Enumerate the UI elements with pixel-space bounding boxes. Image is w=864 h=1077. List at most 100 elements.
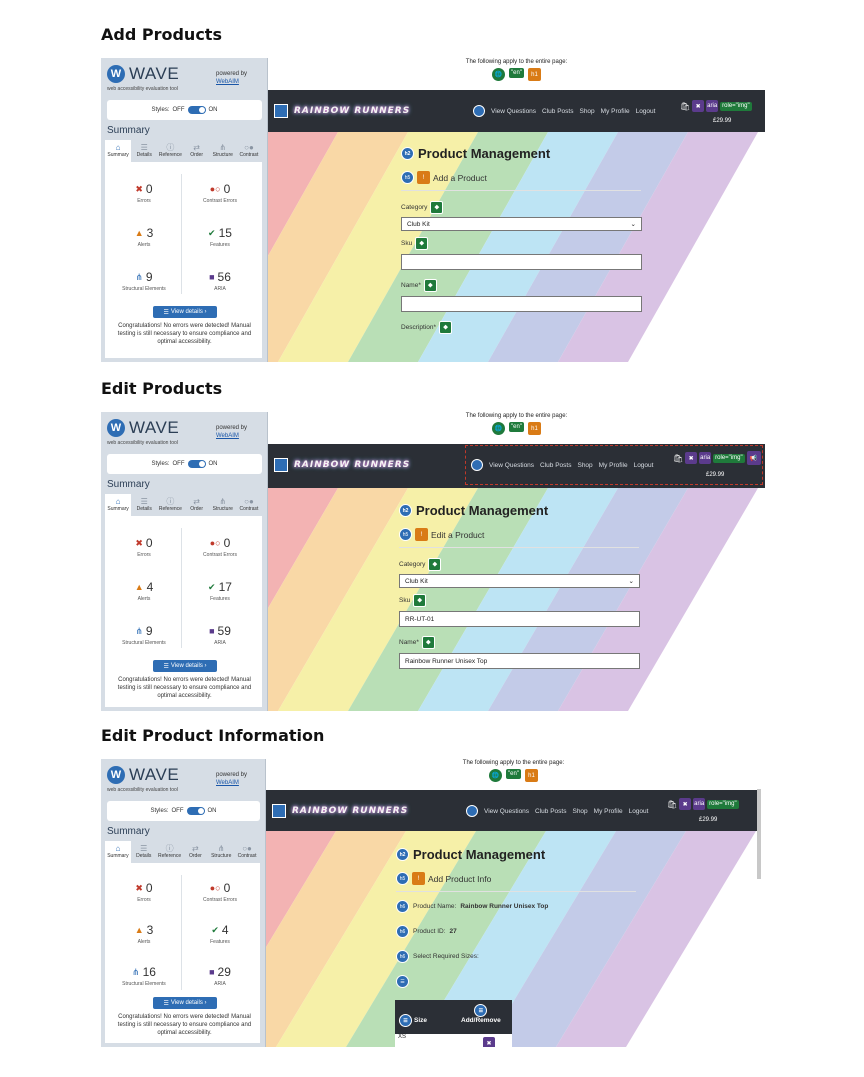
wave-title: WAVE <box>129 418 180 437</box>
aria-badge[interactable]: aria <box>699 452 712 464</box>
lang-badge[interactable]: "en" <box>509 68 524 78</box>
brand[interactable]: RAINBOW RUNNERS <box>274 458 410 472</box>
nav-my-profile[interactable]: My Profile <box>599 462 628 469</box>
tab-details[interactable]: ☰ Details <box>131 140 157 162</box>
styles-toggle[interactable] <box>187 460 206 468</box>
tab-contrast[interactable]: ○● Contrast <box>236 494 262 516</box>
tab-details[interactable]: ☰ Details <box>131 494 157 516</box>
tab-summary[interactable]: ⌂ Summary <box>105 841 131 863</box>
scrollbar[interactable] <box>757 789 761 879</box>
lang-badge[interactable]: "en" <box>509 422 524 432</box>
tab-structure[interactable]: ⋔ Structure <box>210 494 236 516</box>
aria-badge[interactable]: aria <box>693 798 706 810</box>
tab-structure[interactable]: ⋔ Structure <box>210 140 236 162</box>
h1-alert-icon[interactable]: h1 <box>527 422 541 435</box>
wave-sidebar: W WAVE web accessibility evaluation tool… <box>101 58 268 362</box>
role-badge[interactable]: role="img" <box>707 799 739 809</box>
role-badge[interactable]: role="img" <box>713 453 745 463</box>
nav-view-questions[interactable]: View Questions <box>491 108 536 115</box>
view-details-button[interactable]: ☰ View details › <box>153 997 217 1009</box>
category-select[interactable]: Club Kit ⌄ <box>399 574 640 588</box>
aria-icon[interactable]: ✖ <box>679 798 692 810</box>
tab-reference[interactable]: ⓘ Reference <box>157 494 183 516</box>
aria-icon[interactable]: ✖ <box>692 100 705 112</box>
h1-alert-icon[interactable]: h1 <box>527 68 541 81</box>
nav-logout[interactable]: Logout <box>629 808 649 815</box>
name-input[interactable] <box>401 296 642 312</box>
list-icon[interactable] <box>473 105 485 117</box>
tab-contrast[interactable]: ○● Contrast <box>234 841 260 863</box>
alert-icon: ! <box>415 528 428 541</box>
tag-icon: ⬥ <box>413 594 427 607</box>
list-icon[interactable] <box>466 805 478 817</box>
nav-club-posts[interactable]: Club Posts <box>540 462 571 469</box>
tab-structure[interactable]: ⋔ Structure <box>208 841 234 863</box>
tab-order[interactable]: ⇄ Order <box>184 494 210 516</box>
contrast-error-icon: ●○ <box>209 184 221 194</box>
h1-alert-icon[interactable]: h1 <box>524 769 538 782</box>
list-icon[interactable] <box>471 459 483 471</box>
styles-toggle[interactable] <box>187 106 206 114</box>
list-icon: ☰ <box>140 143 148 152</box>
tab-reference[interactable]: ⓘ Reference <box>157 140 183 162</box>
nav-shop[interactable]: Shop <box>572 808 587 815</box>
language-icon[interactable]: 🌐 <box>492 422 506 435</box>
nav-view-questions[interactable]: View Questions <box>484 808 529 815</box>
nav-shop[interactable]: Shop <box>579 108 594 115</box>
category-select[interactable]: Club Kit ⌄ <box>401 217 642 231</box>
tab-order[interactable]: ⇄ Order <box>184 140 210 162</box>
alert-icon: ! <box>412 872 425 885</box>
aria-icon[interactable]: ✖ <box>685 452 698 464</box>
nav-club-posts[interactable]: Club Posts <box>542 108 573 115</box>
nav-my-profile[interactable]: My Profile <box>594 808 623 815</box>
nav-club-posts[interactable]: Club Posts <box>535 808 566 815</box>
webaim-link[interactable]: WebAIM <box>216 79 239 85</box>
aria-badge[interactable]: aria <box>706 100 719 112</box>
h6-icon: h6 <box>396 900 409 913</box>
tab-contrast[interactable]: ○● Contrast <box>236 140 262 162</box>
sizes-table: ☰ Size ☰ Add/Remove XS ✖ <box>395 1000 512 1047</box>
tab-summary[interactable]: ⌂ Summary <box>105 494 132 516</box>
h2-icon: h2 <box>399 504 412 517</box>
logo-icon <box>272 804 286 818</box>
tab-details[interactable]: ☰ Details <box>131 841 157 863</box>
web-page: The following apply to the entire page: … <box>266 759 761 1047</box>
congrats-text: Congratulations! No errors were detected… <box>117 1014 252 1036</box>
megaphone-icon[interactable]: 📢 <box>746 451 761 465</box>
contrast-error-icon: ●○ <box>209 883 221 893</box>
nav-view-questions[interactable]: View Questions <box>489 462 534 469</box>
lang-badge[interactable]: "en" <box>506 769 521 779</box>
brand[interactable]: RAINBOW RUNNERS <box>272 804 408 818</box>
sku-input[interactable] <box>401 254 642 270</box>
nav-shop[interactable]: Shop <box>577 462 592 469</box>
info-icon: ⓘ <box>166 143 175 152</box>
role-badge[interactable]: role="img" <box>720 101 752 111</box>
language-icon[interactable]: 🌐 <box>489 769 503 782</box>
wave-sidebar: W WAVE web accessibility evaluation tool… <box>101 759 266 1047</box>
brand[interactable]: RAINBOW RUNNERS <box>274 104 410 118</box>
name-input[interactable]: Rainbow Runner Unisex Top <box>399 653 640 669</box>
powered-by: powered by WebAIM <box>216 425 248 439</box>
congrats-text: Congratulations! No errors were detected… <box>117 323 252 345</box>
h2-icon: h2 <box>401 147 414 160</box>
structure-icon: ⋔ <box>219 497 227 506</box>
webaim-link[interactable]: WebAIM <box>216 433 239 439</box>
language-icon[interactable]: 🌐 <box>492 68 506 81</box>
view-details-button[interactable]: ☰ View details › <box>153 660 217 672</box>
tab-summary[interactable]: ⌂ Summary <box>105 140 132 162</box>
form-subheading: h5! Add a Product <box>401 171 661 184</box>
view-details-button[interactable]: ☰ View details › <box>153 306 217 318</box>
tab-order[interactable]: ⇄ Order <box>182 841 208 863</box>
remove-icon[interactable]: ✖ <box>483 1037 495 1047</box>
stat-aria: ■ 56 ARIA <box>209 270 231 292</box>
tab-reference[interactable]: ⓘ Reference <box>157 841 183 863</box>
h6-icon: h6 <box>396 925 409 938</box>
summary-panel: ✖ 0 Errors ●○ 0 Contrast Errors ▲ 3 Alerts ✔ 15… <box>105 162 262 358</box>
nav-logout[interactable]: Logout <box>634 462 654 469</box>
nav-my-profile[interactable]: My Profile <box>601 108 630 115</box>
sku-input[interactable]: RR-UT-01 <box>399 611 640 627</box>
table-header-action: ☰ Add/Remove <box>461 1004 501 1024</box>
styles-toggle[interactable] <box>186 807 205 815</box>
nav-logout[interactable]: Logout <box>636 108 656 115</box>
webaim-link[interactable]: WebAIM <box>216 780 239 786</box>
